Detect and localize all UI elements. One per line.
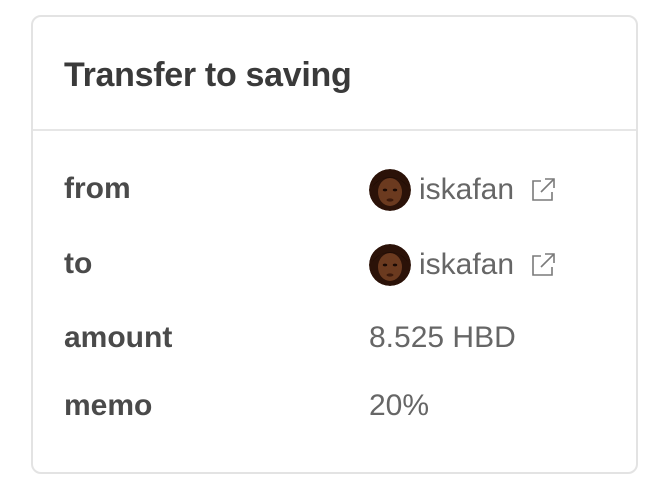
from-username[interactable]: iskafan — [419, 170, 514, 210]
card-header: Transfer to saving — [33, 17, 636, 131]
row-memo: memo 20% — [33, 386, 636, 426]
external-link-icon[interactable] — [528, 250, 558, 280]
memo-label: memo — [64, 389, 153, 422]
avatar[interactable] — [369, 244, 411, 286]
row-to: to iskafan — [33, 244, 636, 286]
to-value: iskafan — [369, 244, 558, 286]
amount-label: amount — [64, 321, 173, 354]
from-value: iskafan — [369, 169, 558, 211]
avatar[interactable] — [369, 169, 411, 211]
external-link-icon[interactable] — [528, 175, 558, 205]
row-amount: amount 8.525 HBD — [33, 318, 636, 358]
to-username[interactable]: iskafan — [419, 245, 514, 285]
to-label: to — [64, 247, 93, 280]
row-from: from iskafan — [33, 169, 636, 211]
transfer-card: Transfer to saving from iskafan to iskaf… — [31, 15, 638, 474]
amount-value: 8.525 HBD — [369, 321, 516, 354]
card-title: Transfer to saving — [64, 56, 352, 94]
from-label: from — [64, 172, 131, 205]
memo-value: 20% — [369, 389, 430, 422]
